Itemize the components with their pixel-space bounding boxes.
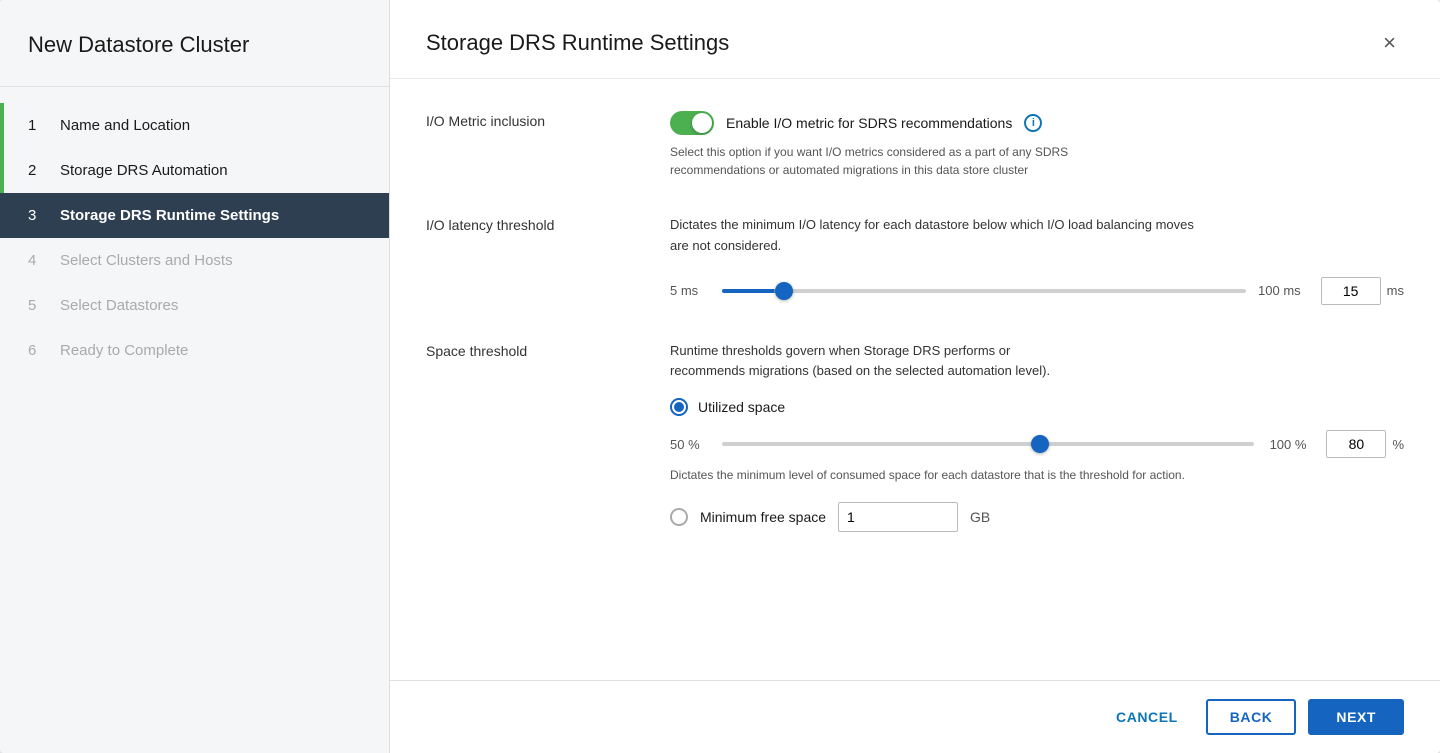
info-icon[interactable]: i [1024,114,1042,132]
min-free-space-label: Minimum free space [700,509,826,525]
utilized-space-slider[interactable] [722,442,1254,446]
utilized-value-box: % [1326,430,1404,458]
sidebar-item-clusters-hosts: 4 Select Clusters and Hosts [0,238,389,283]
sidebar-item-name-and-location[interactable]: 1 Name and Location [0,103,389,148]
io-metric-label: I/O Metric inclusion [426,111,646,129]
step-number-6: 6 [28,342,46,359]
sidebar-item-storage-drs-automation[interactable]: 2 Storage DRS Automation [0,148,389,193]
io-metric-description: Select this option if you want I/O metri… [670,143,1150,179]
utilized-space-value-input[interactable] [1326,430,1386,458]
utilized-min: 50 % [670,437,710,452]
step-number-2: 2 [28,162,46,179]
step-number-4: 4 [28,252,46,269]
main-title: Storage DRS Runtime Settings [426,30,729,56]
io-metric-toggle-row: Enable I/O metric for SDRS recommendatio… [670,111,1404,135]
next-button[interactable]: NEXT [1308,699,1404,735]
footer-spacer [426,568,1404,600]
io-latency-row: I/O latency threshold Dictates the minim… [426,215,1404,305]
step-label-6: Ready to Complete [60,342,188,359]
io-latency-control: Dictates the minimum I/O latency for eac… [670,215,1404,305]
io-latency-slider-wrapper [722,281,1246,301]
main-footer: CANCEL BACK NEXT [390,680,1440,753]
space-threshold-control: Runtime thresholds govern when Storage D… [670,341,1404,533]
io-latency-label: I/O latency threshold [426,215,646,233]
io-latency-unit: ms [1387,283,1404,298]
sidebar-item-ready-to-complete: 6 Ready to Complete [0,328,389,373]
step-number-5: 5 [28,297,46,314]
step-label-4: Select Clusters and Hosts [60,252,233,269]
close-button[interactable]: × [1375,28,1404,58]
space-threshold-description: Runtime thresholds govern when Storage D… [670,341,1210,383]
io-latency-min: 5 ms [670,283,710,298]
sidebar: New Datastore Cluster 1 Name and Locatio… [0,0,390,753]
io-latency-slider[interactable] [722,289,1246,293]
io-latency-description: Dictates the minimum I/O latency for eac… [670,215,1210,257]
min-free-space-radio[interactable] [670,508,688,526]
utilized-space-note: Dictates the minimum level of consumed s… [670,466,1210,484]
step-label-1: Name and Location [60,117,190,134]
io-metric-toggle[interactable] [670,111,714,135]
utilized-space-radio[interactable] [670,398,688,416]
step-indicator-1 [0,103,4,148]
io-metric-row: I/O Metric inclusion Enable I/O metric f… [426,111,1404,179]
toggle-slider [670,111,714,135]
utilized-space-radio-row: Utilized space [670,398,1404,416]
main-body: I/O Metric inclusion Enable I/O metric f… [390,79,1440,680]
io-latency-value-box: ms [1321,277,1404,305]
utilized-space-slider-row: 50 % 100 % % [670,430,1404,458]
io-metric-control: Enable I/O metric for SDRS recommendatio… [670,111,1404,179]
io-latency-value-input[interactable] [1321,277,1381,305]
step-label-2: Storage DRS Automation [60,162,228,179]
step-number-1: 1 [28,117,46,134]
step-indicator-2 [0,148,4,193]
sidebar-steps: 1 Name and Location 2 Storage DRS Automa… [0,87,389,753]
utilized-space-label: Utilized space [698,399,785,415]
cancel-button[interactable]: CANCEL [1100,701,1194,733]
min-free-space-input[interactable] [838,502,958,532]
utilized-unit: % [1392,437,1404,452]
min-free-space-row: Minimum free space GB [670,502,1404,532]
io-latency-slider-row: 5 ms 100 ms ms [670,277,1404,305]
main-content: Storage DRS Runtime Settings × I/O Metri… [390,0,1440,753]
space-desc-line1: Runtime thresholds govern when Storage D… [670,343,1010,358]
utilized-max: 100 % [1266,437,1306,452]
io-metric-toggle-label: Enable I/O metric for SDRS recommendatio… [726,115,1012,131]
sidebar-item-datastores: 5 Select Datastores [0,283,389,328]
sidebar-item-runtime-settings[interactable]: 3 Storage DRS Runtime Settings [0,193,389,238]
space-threshold-row: Space threshold Runtime thresholds gover… [426,341,1404,533]
step-label-3: Storage DRS Runtime Settings [60,207,279,224]
utilized-slider-wrapper [722,434,1254,454]
sidebar-title: New Datastore Cluster [0,0,389,87]
step-label-5: Select Datastores [60,297,178,314]
space-threshold-label: Space threshold [426,341,646,359]
step-number-3: 3 [28,207,46,224]
modal-dialog: New Datastore Cluster 1 Name and Locatio… [0,0,1440,753]
back-button[interactable]: BACK [1206,699,1297,735]
main-header: Storage DRS Runtime Settings × [390,0,1440,79]
io-latency-desc-text: Dictates the minimum I/O latency for eac… [670,217,1194,253]
space-desc-line2: recommends migrations (based on the sele… [670,363,1050,378]
min-free-space-unit: GB [970,509,990,525]
io-latency-max: 100 ms [1258,283,1301,298]
